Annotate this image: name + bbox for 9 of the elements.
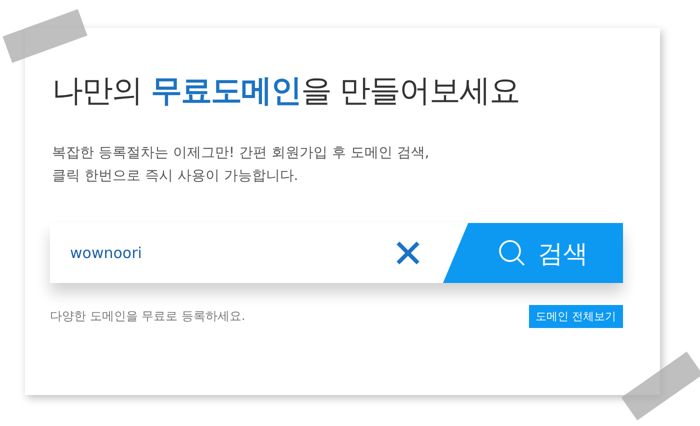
- view-all-button[interactable]: 도메인 전체보기: [528, 305, 623, 328]
- note-text: 다양한 도메인을 무료로 등록하세요.: [50, 308, 246, 325]
- heading: 나만의 무료도메인을 만들어보세요: [52, 72, 521, 111]
- description-line: 클릭 한번으로 즉시 사용이 가능합니다.: [52, 167, 300, 186]
- close-icon: [395, 240, 421, 266]
- search-icon: [498, 239, 526, 267]
- search-field[interactable]: wownoori: [50, 223, 373, 283]
- description-line: 복잡한 등록절차는 이제그만! 간편 회원가입 후 도메인 검색,: [52, 144, 430, 163]
- search-button[interactable]: 검색: [443, 223, 623, 283]
